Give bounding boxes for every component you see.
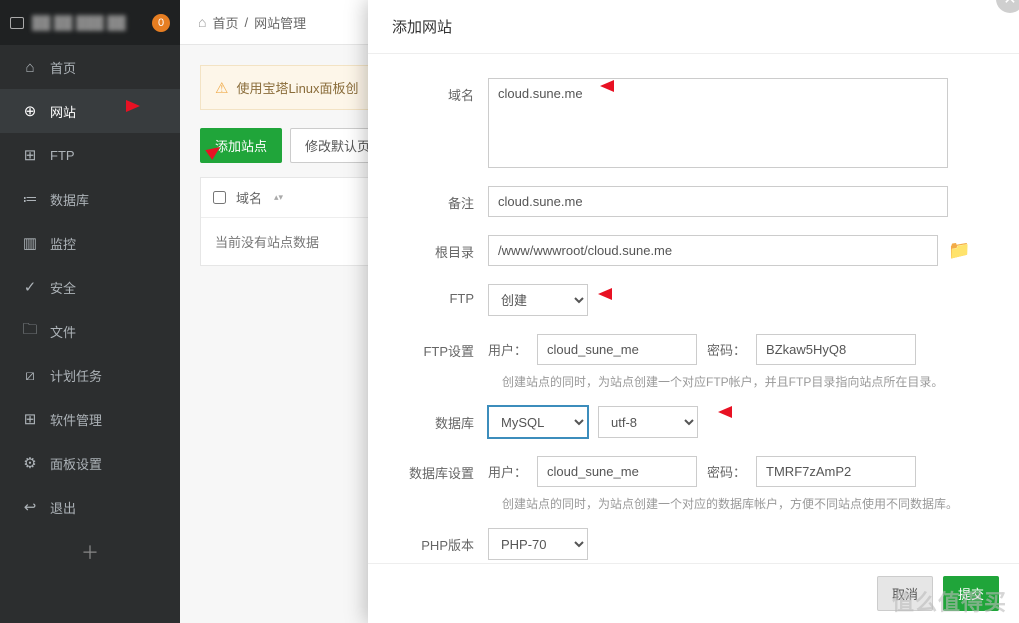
ftp-user-input[interactable] [537, 334, 697, 365]
label-user: 用户： [488, 340, 527, 359]
label-ftp: FTP [408, 284, 488, 316]
php-select[interactable]: PHP-70 [488, 528, 588, 560]
watermark: 值么值得买 [892, 585, 1007, 617]
label-dbset: 数据库设置 [408, 456, 488, 487]
arrow-annotation [600, 77, 642, 95]
charset-select[interactable]: utf-8 [598, 406, 698, 438]
ftp-hint: 创建站点的同时，为站点创建一个对应FTP帐户，并且FTP目录指向站点所在目录。 [502, 373, 979, 390]
label-root: 根目录 [408, 235, 488, 266]
label-pass2: 密码： [707, 462, 746, 481]
root-input[interactable] [488, 235, 938, 266]
ftp-select[interactable]: 创建 [488, 284, 588, 316]
db-user-input[interactable] [537, 456, 697, 487]
label-domain: 域名 [408, 78, 488, 168]
arrow-annotation [98, 97, 140, 115]
label-user2: 用户： [488, 462, 527, 481]
add-site-modal: ✕ 添加网站 域名 备注 根目录 📁 FTP 创建 [368, 0, 1019, 623]
arrow-annotation [598, 285, 640, 303]
remark-input[interactable] [488, 186, 948, 217]
label-ftpset: FTP设置 [408, 334, 488, 365]
modal-title: 添加网站 [392, 16, 452, 37]
modal-overlay: ✕ 添加网站 域名 备注 根目录 📁 FTP 创建 [0, 0, 1019, 623]
label-remark: 备注 [408, 186, 488, 217]
domain-input[interactable] [488, 78, 948, 168]
db-select[interactable]: MySQL [488, 406, 588, 438]
modal-header: 添加网站 [368, 0, 1019, 54]
folder-icon[interactable]: 📁 [948, 240, 970, 261]
db-hint: 创建站点的同时，为站点创建一个对应的数据库帐户，方便不同站点使用不同数据库。 [502, 495, 979, 512]
label-pass: 密码： [707, 340, 746, 359]
db-pass-input[interactable] [756, 456, 916, 487]
label-db: 数据库 [408, 406, 488, 438]
arrow-annotation [718, 403, 760, 421]
label-php: PHP版本 [408, 528, 488, 560]
modal-body: 域名 备注 根目录 📁 FTP 创建 FTP设置 [368, 54, 1019, 574]
ftp-pass-input[interactable] [756, 334, 916, 365]
